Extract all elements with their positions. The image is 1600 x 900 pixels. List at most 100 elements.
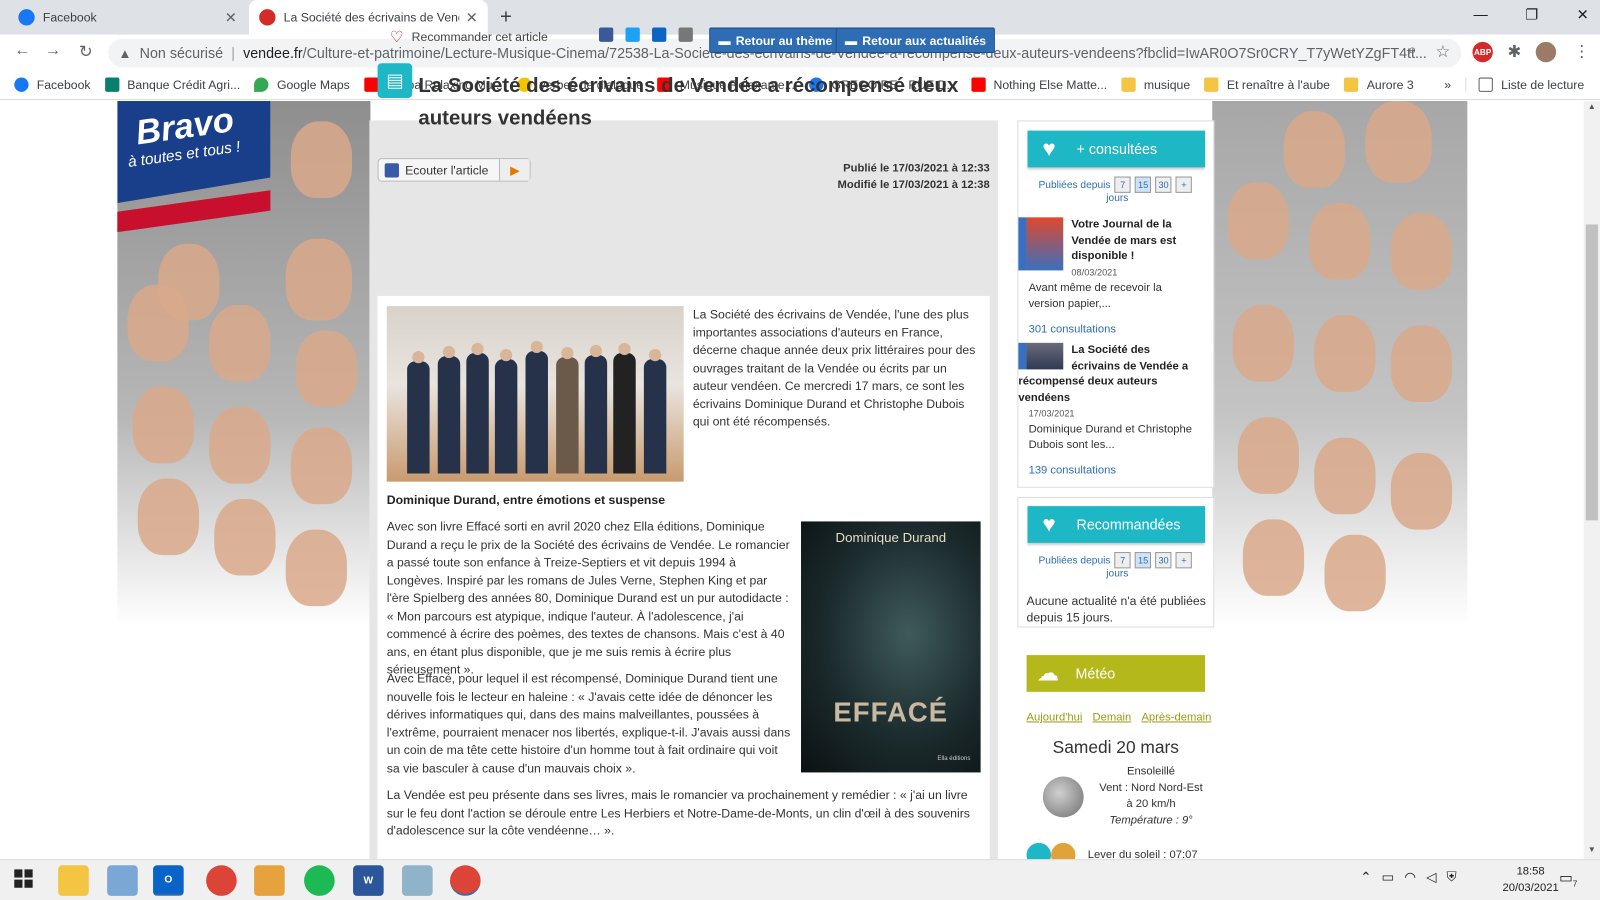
weather-condition: Ensoleillé <box>1126 765 1176 778</box>
clock[interactable]: 18:58 20/03/2021 <box>1500 863 1561 896</box>
weather-title: Météo <box>1075 665 1116 682</box>
close-icon[interactable]: ✕ <box>225 9 237 26</box>
notes-icon[interactable] <box>402 865 433 896</box>
restore-button[interactable]: ❐ <box>1516 6 1547 23</box>
published-date: Publié le 17/03/2021 à 12:33 <box>843 162 990 175</box>
facebook-share-icon[interactable] <box>598 27 614 42</box>
cover-author: Dominique Durand <box>835 529 947 545</box>
tab-tomorrow[interactable]: Demain <box>1093 711 1132 723</box>
article-thumbnail <box>1018 342 1064 370</box>
filter-label: Publiées depuis <box>1038 554 1111 566</box>
bookmark-item[interactable]: Banque Crédit Agri... <box>104 77 240 92</box>
folder-icon <box>1344 77 1359 92</box>
filter-15-days[interactable]: 15 <box>1134 176 1152 193</box>
filter-15-days[interactable]: 15 <box>1134 552 1152 569</box>
weather-tabs: Aujourd'hui Demain Après-demain <box>1027 711 1222 723</box>
bookmark-folder[interactable]: musique <box>1121 77 1190 92</box>
bookmark-item[interactable]: Facebook <box>14 77 91 92</box>
filter-unit: jours <box>1106 192 1129 205</box>
cloud-sun-icon: ☁ <box>1036 660 1060 686</box>
item-date: 17/03/2021 <box>1028 408 1075 419</box>
notification-count: 7 <box>1572 879 1578 889</box>
twitter-share-icon[interactable] <box>625 27 640 42</box>
back-to-news-button[interactable]: ▬ Retour aux actualités <box>835 27 996 54</box>
close-window-button[interactable]: ✕ <box>1567 6 1598 23</box>
outlook-icon[interactable]: O <box>153 865 184 896</box>
menu-icon[interactable]: ⋮ <box>1571 42 1591 62</box>
new-tab-button[interactable]: + <box>500 6 512 29</box>
url-host: vendee.fr <box>243 44 303 62</box>
recommended-filter: Publiées depuis 7 15 30 + jours <box>1031 552 1204 580</box>
bookmark-star-icon[interactable]: ☆ <box>1433 42 1453 62</box>
most-viewed-header: ♥ + consultées <box>1027 130 1206 168</box>
folder-icon: ▬ <box>718 33 731 48</box>
security-shield-icon[interactable]: ⛨ <box>1446 869 1456 885</box>
bookmark-item[interactable]: Google Maps <box>254 77 350 92</box>
security-label: Non sécurisé <box>139 44 224 62</box>
spotify-icon[interactable] <box>304 865 335 896</box>
bookmark-folder[interactable]: Aurore 3 <box>1344 77 1414 92</box>
wifi-icon[interactable]: ◠ <box>1404 869 1416 885</box>
filter-more[interactable]: + <box>1175 552 1193 569</box>
filter-more[interactable]: + <box>1175 176 1193 193</box>
paint-icon[interactable] <box>107 865 138 896</box>
close-icon[interactable]: ✕ <box>466 9 478 26</box>
recommended-empty-message: Aucune actualité n'a été publiées depuis… <box>1026 593 1206 624</box>
article-icon: ▤ <box>377 63 413 98</box>
most-viewed-filter: Publiées depuis 7 15 30 + jours <box>1031 176 1204 205</box>
scroll-up-arrow[interactable]: ▲ <box>1584 102 1600 116</box>
filter-7-days[interactable]: 7 <box>1114 552 1131 569</box>
tab-today[interactable]: Aujourd'hui <box>1027 711 1083 723</box>
chrome-icon[interactable] <box>206 865 237 896</box>
article-paragraph: La Vendée est peu présente dans ses livr… <box>386 787 970 838</box>
play-icon[interactable]: ▶ <box>498 159 530 181</box>
reading-list-button[interactable]: Liste de lecture <box>1465 77 1584 92</box>
recommended-title: Recommandées <box>1076 516 1181 533</box>
right-banner-image <box>1212 101 1468 627</box>
folder-icon: ▬ <box>844 33 858 48</box>
warning-icon: ▲ <box>118 45 132 61</box>
volume-icon[interactable]: ◁ <box>1426 869 1436 885</box>
listen-article-button[interactable]: Ecouter l'article ▶ <box>377 158 531 182</box>
windows-start-icon[interactable] <box>14 869 33 888</box>
heart-icon: ♥ <box>1042 135 1056 162</box>
battery-icon[interactable]: ▭ <box>1382 869 1395 885</box>
weather-wind: Vent : Nord Nord-Est à 20 km/h <box>1099 781 1203 811</box>
recommend-link[interactable]: ♡ Recommander cet article <box>390 28 548 46</box>
chevron-up-icon[interactable]: ⌃ <box>1360 869 1371 885</box>
more-bookmarks-button[interactable]: » <box>1444 77 1451 91</box>
minimize-button[interactable]: — <box>1465 6 1496 22</box>
tab-facebook[interactable]: Facebook ✕ <box>8 0 247 35</box>
word-icon[interactable]: W <box>353 865 384 896</box>
button-label: Retour au thème <box>735 33 833 48</box>
email-share-icon[interactable] <box>678 27 693 42</box>
scroll-down-arrow[interactable]: ▼ <box>1584 845 1600 859</box>
maps-pin-icon <box>254 77 269 92</box>
bookmark-item[interactable]: Nothing Else Matte... <box>971 77 1107 92</box>
filter-7-days[interactable]: 7 <box>1114 176 1131 193</box>
zoom-icon[interactable]: ⌕ <box>1402 42 1422 60</box>
reload-button[interactable]: ↻ <box>76 42 96 62</box>
filter-30-days[interactable]: 30 <box>1155 176 1172 193</box>
notifications-icon[interactable]: ▭7 <box>1559 869 1577 888</box>
most-viewed-item[interactable]: La Société des écrivains de Vendée a réc… <box>1018 342 1200 454</box>
extensions-icon[interactable]: ✱ <box>1504 42 1524 62</box>
adblock-icon[interactable]: ABP <box>1472 41 1493 63</box>
forward-button[interactable]: → <box>43 42 63 60</box>
tab-title: La Société des écrivains de Vendé <box>283 10 460 25</box>
back-button[interactable]: ← <box>12 42 32 60</box>
profile-avatar[interactable] <box>1535 41 1557 63</box>
item-views: 301 consultations <box>1028 323 1116 336</box>
file-explorer-icon[interactable] <box>58 865 89 896</box>
scrollbar-thumb[interactable] <box>1585 224 1598 521</box>
linkedin-share-icon[interactable] <box>652 27 667 42</box>
tab-day-after-tomorrow[interactable]: Après-demain <box>1141 711 1211 723</box>
bookmark-folder[interactable]: Et renaître à l'aube <box>1204 77 1330 92</box>
back-to-theme-button[interactable]: ▬ Retour au thème <box>709 27 842 54</box>
item-excerpt: Dominique Durand et Christophe Dubois so… <box>1028 422 1193 452</box>
app-icon[interactable] <box>254 865 285 896</box>
reading-list-icon <box>1478 77 1493 92</box>
chrome-active-icon[interactable] <box>449 865 481 896</box>
most-viewed-item[interactable]: Votre Journal de la Vendée de mars est d… <box>1018 217 1200 312</box>
filter-30-days[interactable]: 30 <box>1155 552 1172 569</box>
